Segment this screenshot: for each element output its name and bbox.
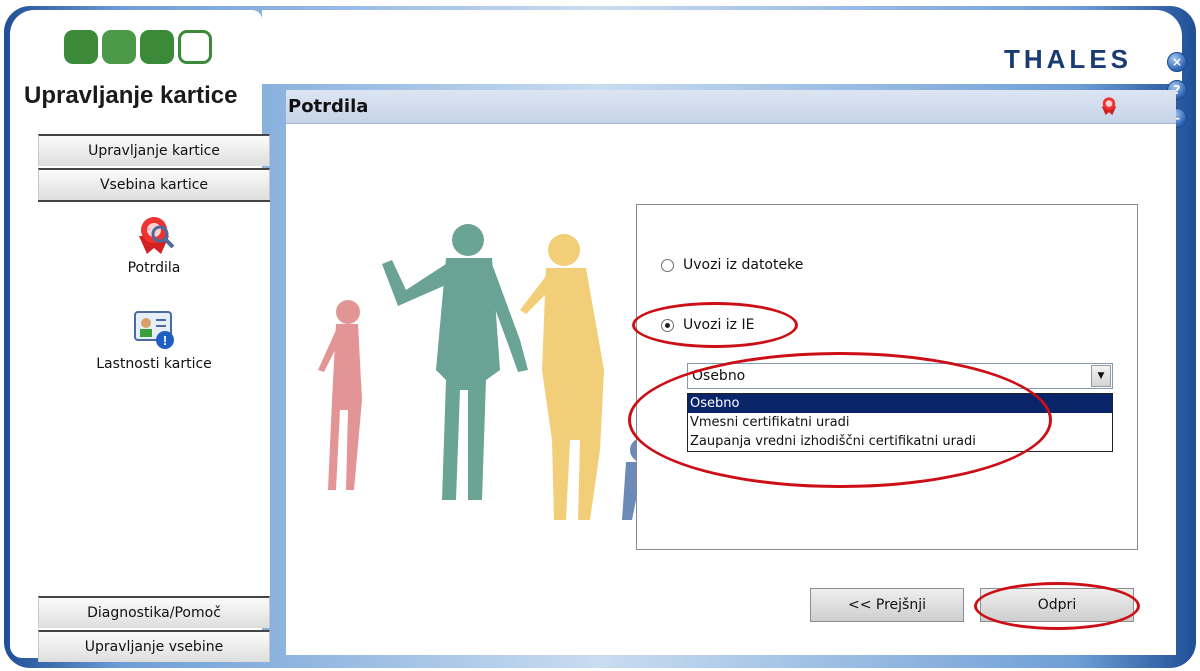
radio-import-ie[interactable]: Uvozi iz IE [661, 317, 754, 333]
sidebar-content: Potrdila ! Lastnosti kartice [38, 200, 270, 596]
radio-button-checked[interactable] [661, 318, 674, 332]
svg-text:!: ! [163, 333, 167, 348]
sidebar-item-lastnosti-kartice[interactable]: ! Lastnosti kartice [38, 306, 270, 372]
radio-button[interactable] [661, 258, 674, 272]
previous-button[interactable]: << Prejšnji [810, 588, 964, 622]
radio-label: Uvozi iz datoteke [683, 257, 804, 273]
radio-import-file[interactable]: Uvozi iz datoteke [661, 257, 803, 273]
zzzs-logo [64, 30, 224, 70]
nav-diagnostika-pomoc[interactable]: Diagnostika/Pomoč [38, 596, 270, 628]
panel-title: Potrdila [288, 96, 369, 117]
nav-upravljanje-kartice[interactable]: Upravljanje kartice [38, 134, 270, 166]
certificate-store-select[interactable]: Osebno ▼ [687, 363, 1113, 389]
nav-upravljanje-vsebine[interactable]: Upravljanje vsebine [38, 630, 270, 662]
import-options-box: Uvozi iz datoteke Uvozi iz IE Osebno ▼ O… [636, 204, 1138, 550]
panel-header: Potrdila [286, 90, 1176, 124]
sidebar-item-potrdila[interactable]: Potrdila [38, 210, 270, 276]
dropdown-option-vmesni[interactable]: Vmesni certifikatni uradi [688, 413, 1112, 432]
close-button[interactable]: × [1167, 52, 1187, 72]
card-properties-icon: ! [134, 311, 174, 349]
open-button[interactable]: Odpri [980, 588, 1134, 622]
dropdown-option-osebno[interactable]: Osebno [688, 394, 1112, 413]
chevron-down-icon[interactable]: ▼ [1091, 365, 1111, 387]
app-title: Upravljanje kartice [24, 82, 238, 109]
thales-logo: THALES [1004, 44, 1132, 74]
certificate-store-dropdown: Osebno Vmesni certifikatni uradi Zaupanj… [687, 393, 1113, 452]
certificate-icon [1101, 97, 1117, 116]
sidebar-item-label: Potrdila [127, 260, 181, 276]
sidebar: Upravljanje kartice Upravljanje kartice … [10, 10, 270, 662]
dropdown-option-zaupanja-vredni[interactable]: Zaupanja vredni izhodiščni certifikatni … [688, 432, 1112, 451]
people-illustration [318, 224, 654, 520]
select-value: Osebno [692, 368, 746, 384]
main-panel: Potrdila Uvozi iz datoteke Uvozi iz IE O… [286, 90, 1176, 655]
certificate-icon [139, 217, 175, 254]
radio-label: Uvozi iz IE [683, 317, 755, 333]
sidebar-item-label: Lastnosti kartice [96, 356, 212, 372]
nav-vsebina-kartice[interactable]: Vsebina kartice [38, 168, 270, 200]
